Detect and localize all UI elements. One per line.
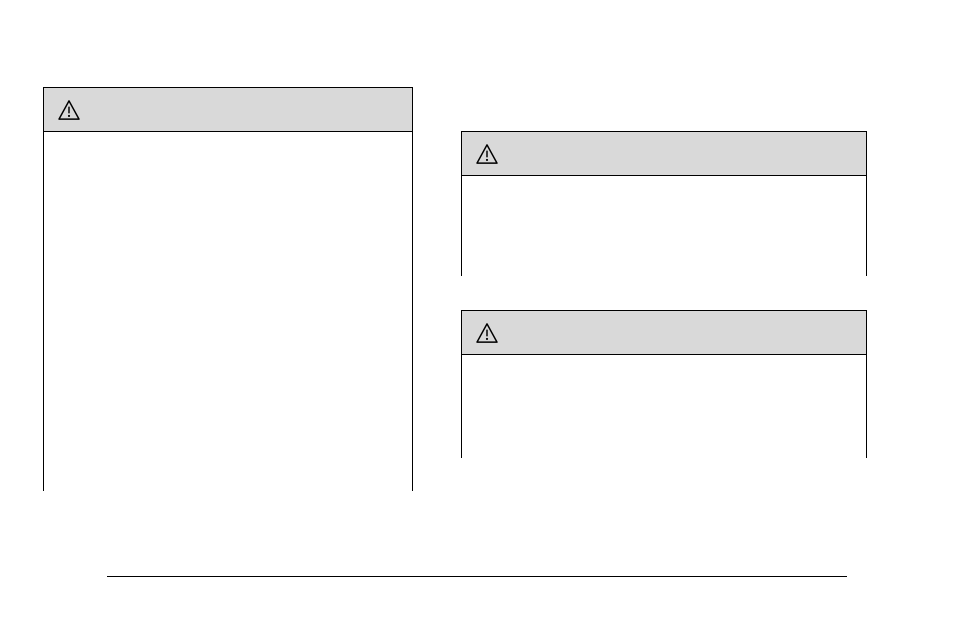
warning-icon xyxy=(476,144,498,164)
warning-panel-large xyxy=(43,87,413,491)
warning-panel-body xyxy=(462,176,866,277)
warning-panel-body xyxy=(44,132,412,492)
warning-panel-body xyxy=(462,355,866,459)
horizontal-divider xyxy=(107,576,847,577)
warning-icon xyxy=(58,100,80,120)
warning-panel-small-a xyxy=(461,131,867,276)
warning-panel-header xyxy=(44,88,412,132)
warning-icon xyxy=(476,323,498,343)
warning-panel-header xyxy=(462,132,866,176)
warning-panel-header xyxy=(462,311,866,355)
warning-panel-small-b xyxy=(461,310,867,458)
